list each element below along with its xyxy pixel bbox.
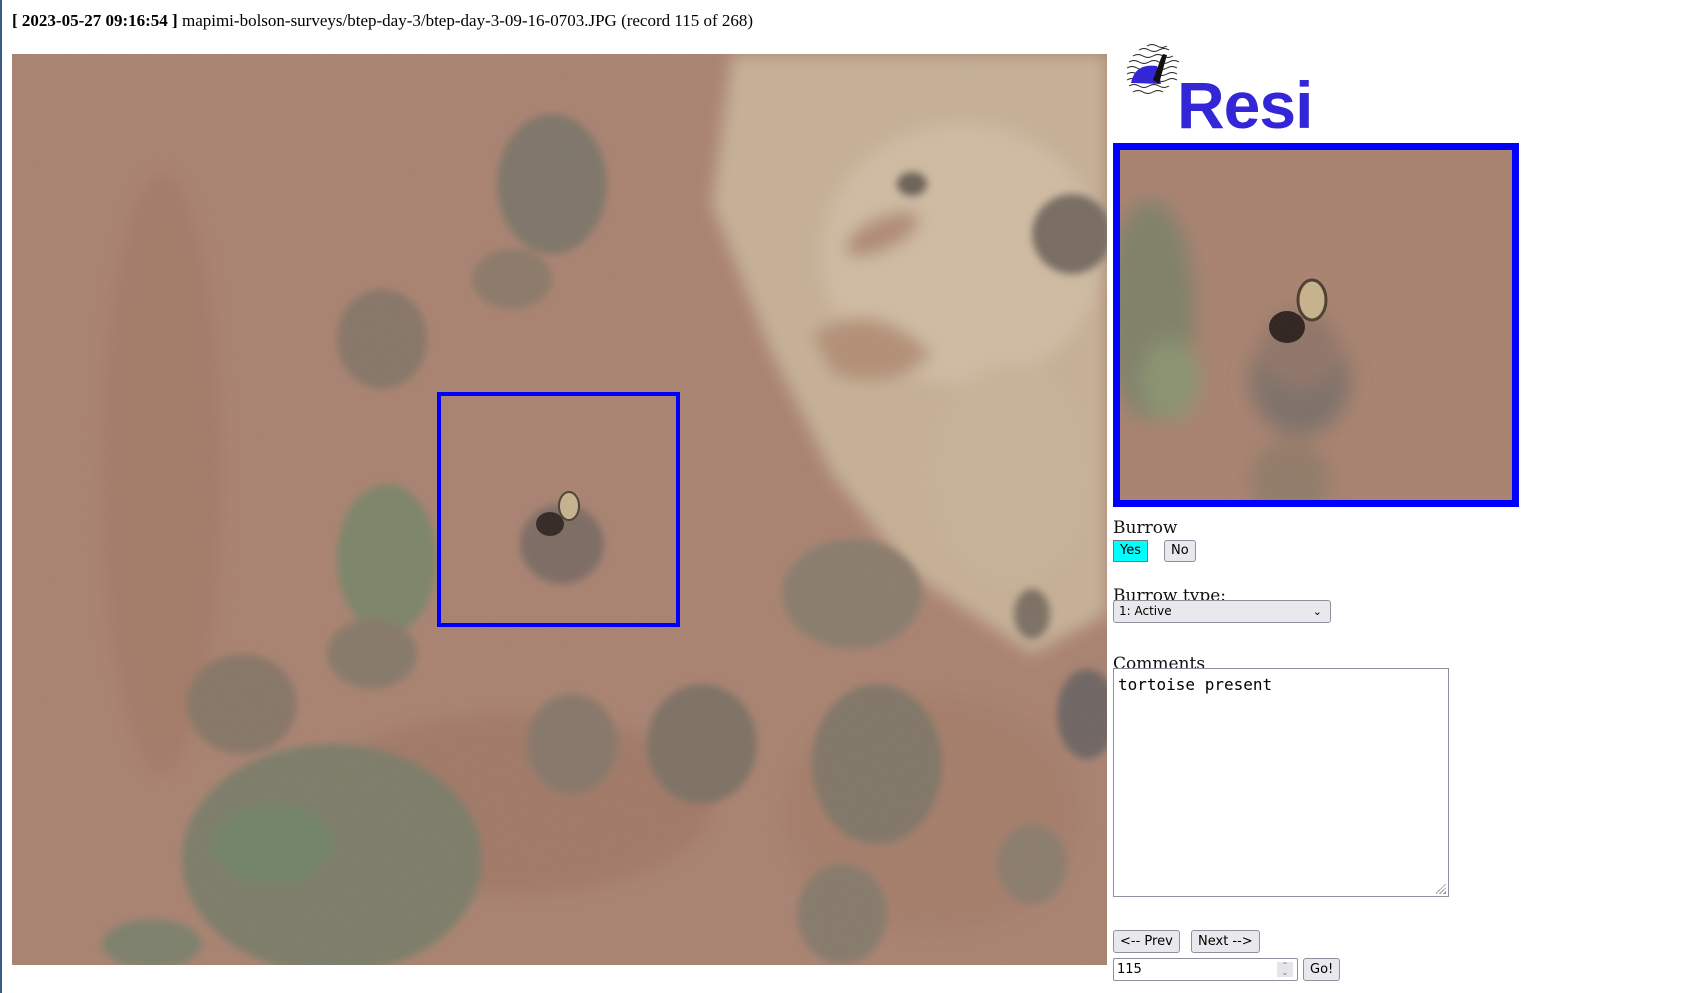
detection-bounding-box[interactable]: [437, 392, 680, 627]
record-number-input[interactable]: 115 ⌃ ⌄: [1113, 958, 1298, 981]
record-info: (record 115 of 268): [621, 11, 754, 30]
next-button[interactable]: Next -->: [1191, 930, 1260, 953]
go-button[interactable]: Go!: [1303, 958, 1341, 981]
crop-preview-image: [1120, 150, 1512, 500]
crop-preview: [1113, 143, 1519, 507]
record-header: [ 2023-05-27 09:16:54 ] mapimi-bolson-su…: [12, 11, 753, 31]
window-edge: [0, 0, 2, 993]
spinner-arrows-icon[interactable]: ⌃ ⌄: [1277, 962, 1293, 977]
file-path: mapimi-bolson-surveys/btep-day-3/btep-da…: [181, 11, 617, 30]
resi-logo: Resi: [1125, 38, 1335, 138]
burrow-label: Burrow: [1113, 518, 1178, 538]
main-aerial-image[interactable]: [12, 54, 1107, 965]
record-number-value: 115: [1117, 962, 1142, 977]
comments-text: tortoise present: [1118, 675, 1273, 694]
prev-button[interactable]: <-- Prev: [1113, 930, 1180, 953]
burrow-no-button[interactable]: No: [1164, 540, 1196, 562]
comments-textarea[interactable]: tortoise present: [1113, 668, 1449, 897]
burrow-type-value: 1: Active: [1119, 604, 1172, 618]
burrow-yes-button[interactable]: Yes: [1113, 540, 1148, 562]
burrow-type-select[interactable]: 1: Active ⌄: [1113, 600, 1331, 623]
chevron-down-icon: ⌄: [1312, 605, 1322, 618]
timestamp: [ 2023-05-27 09:16:54 ]: [12, 11, 178, 30]
logo-text: Resi: [1177, 68, 1313, 142]
resize-grip-icon[interactable]: [1436, 884, 1446, 894]
